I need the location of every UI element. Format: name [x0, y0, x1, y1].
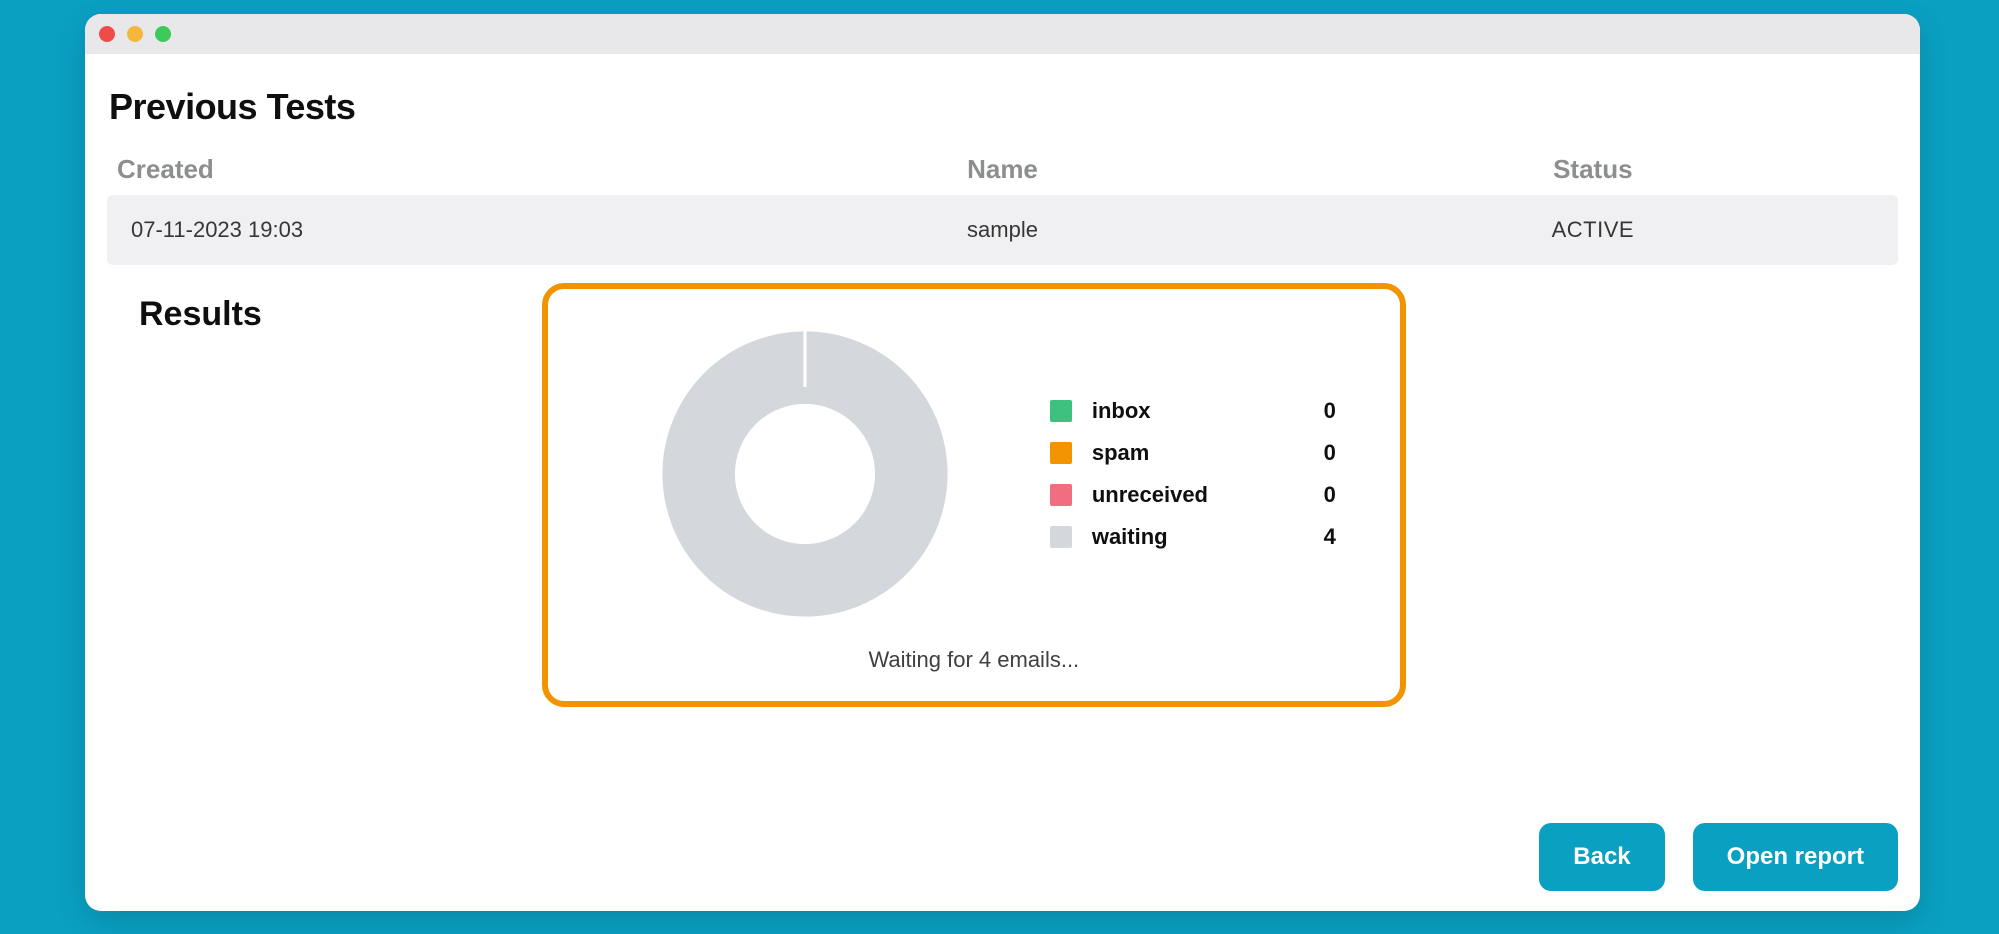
legend-value: 0 — [1306, 398, 1336, 424]
cell-created: 07-11-2023 19:03 — [117, 217, 707, 243]
col-status: Status — [1298, 154, 1888, 185]
swatch-icon — [1050, 442, 1072, 464]
cell-name: sample — [707, 217, 1297, 243]
open-report-button[interactable]: Open report — [1693, 823, 1898, 891]
chart-legend: inbox 0 spam 0 unreceived — [1050, 398, 1336, 550]
legend-label: waiting — [1092, 524, 1292, 550]
table-headers: Created Name Status — [107, 154, 1898, 195]
app-window: Previous Tests Created Name Status 07-11… — [85, 14, 1920, 911]
legend-label: unreceived — [1092, 482, 1292, 508]
status-text: Waiting for 4 emails... — [584, 647, 1364, 673]
swatch-icon — [1050, 526, 1072, 548]
window-titlebar — [85, 14, 1920, 54]
legend-item-spam: spam 0 — [1050, 440, 1336, 466]
legend-item-unreceived: unreceived 0 — [1050, 482, 1336, 508]
col-name: Name — [707, 154, 1297, 185]
close-icon[interactable] — [99, 26, 115, 42]
swatch-icon — [1050, 400, 1072, 422]
col-created: Created — [117, 154, 707, 185]
minimize-icon[interactable] — [127, 26, 143, 42]
maximize-icon[interactable] — [155, 26, 171, 42]
cell-status: ACTIVE — [1298, 217, 1888, 243]
legend-value: 4 — [1306, 524, 1336, 550]
back-button[interactable]: Back — [1539, 823, 1664, 891]
page-title: Previous Tests — [109, 86, 1898, 128]
legend-value: 0 — [1306, 482, 1336, 508]
donut-chart — [660, 329, 950, 619]
legend-item-inbox: inbox 0 — [1050, 398, 1336, 424]
results-title: Results — [139, 295, 262, 334]
swatch-icon — [1050, 484, 1072, 506]
chart-card: inbox 0 spam 0 unreceived — [542, 283, 1406, 707]
legend-value: 0 — [1306, 440, 1336, 466]
legend-label: spam — [1092, 440, 1292, 466]
chart-tick-icon — [803, 329, 806, 387]
table-row[interactable]: 07-11-2023 19:03 sample ACTIVE — [107, 195, 1898, 265]
legend-label: inbox — [1092, 398, 1292, 424]
legend-item-waiting: waiting 4 — [1050, 524, 1336, 550]
